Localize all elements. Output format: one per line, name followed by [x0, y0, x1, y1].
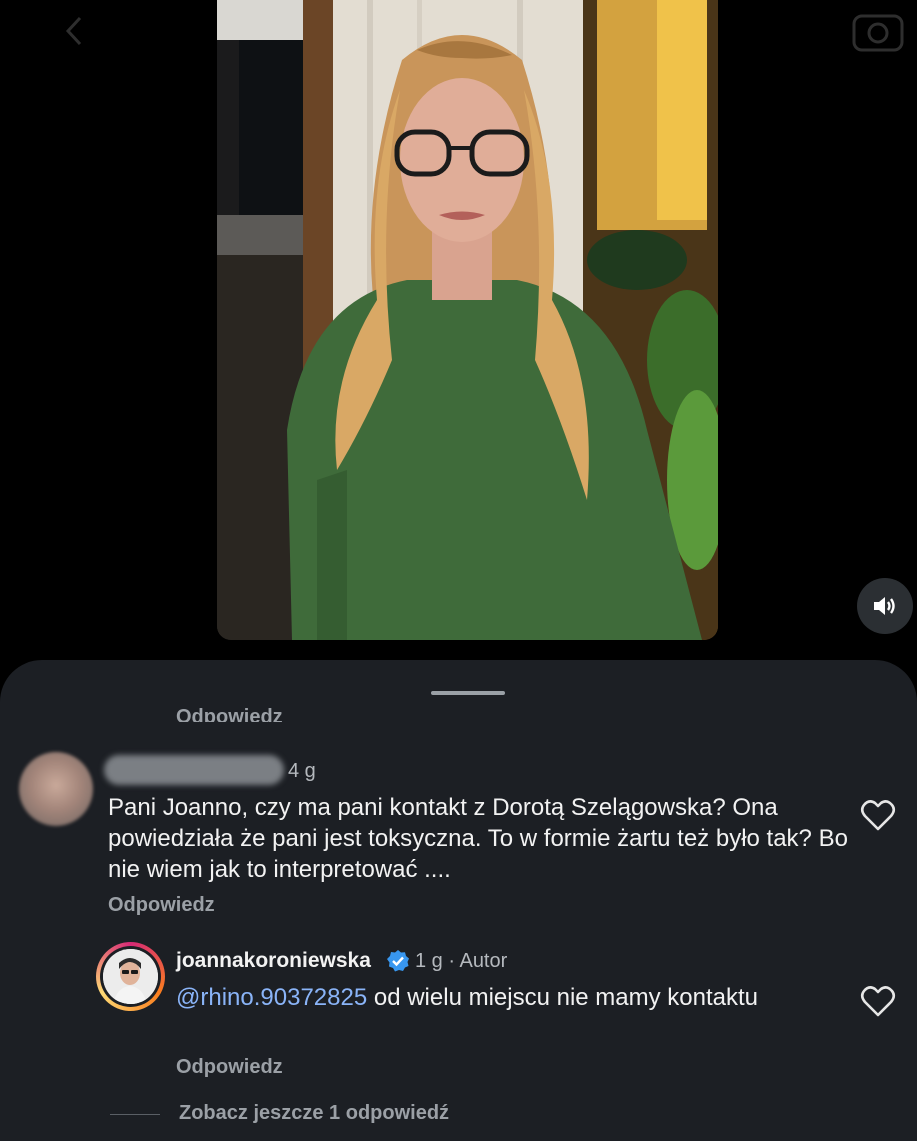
- comment-text: Pani Joanno, czy ma pani kontakt z Dorot…: [108, 794, 848, 883]
- speaker-icon: [874, 597, 895, 615]
- reply-button[interactable]: Odpowiedz: [176, 1056, 283, 1079]
- reply-body: od wielu miejscu nie mamy kontaktu: [367, 984, 759, 1011]
- chevron-left-icon[interactable]: [58, 14, 92, 48]
- verified-badge-icon: [387, 950, 409, 972]
- thread-divider: [110, 1114, 160, 1115]
- avatar-image: [103, 949, 158, 1004]
- avatar-ring-gap: [100, 946, 161, 1007]
- reply-button[interactable]: Odpowiedz: [108, 894, 215, 917]
- reply-meta: 1 g · Autor: [415, 950, 508, 972]
- heart-icon[interactable]: [860, 798, 896, 832]
- previous-reply-link[interactable]: Odpowiedz: [176, 704, 283, 722]
- commenter-avatar[interactable]: [19, 752, 93, 826]
- mention-link[interactable]: @rhino.90372825: [176, 984, 367, 1011]
- mute-toggle-button[interactable]: [857, 578, 913, 634]
- comment-time: 4 g: [288, 760, 316, 782]
- commenter-username-blurred: [104, 755, 284, 785]
- heart-icon[interactable]: [860, 984, 896, 1018]
- reply-text: @rhino.90372825 od wielu miejscu nie mam…: [176, 982, 816, 1013]
- author-avatar[interactable]: [96, 942, 165, 1011]
- screen: Odpowiedz 4 g Pani Joanno, czy ma pani k…: [0, 0, 917, 1141]
- sheet-grabber[interactable]: [431, 691, 505, 695]
- view-more-replies-button[interactable]: Zobacz jeszcze 1 odpowiedź: [179, 1102, 449, 1125]
- video-player[interactable]: [217, 0, 718, 640]
- video-frame-image: [217, 0, 718, 640]
- comments-sheet: Odpowiedz 4 g Pani Joanno, czy ma pani k…: [0, 660, 917, 1141]
- author-username[interactable]: joannakoroniewska: [176, 949, 371, 973]
- camera-icon[interactable]: [848, 6, 908, 54]
